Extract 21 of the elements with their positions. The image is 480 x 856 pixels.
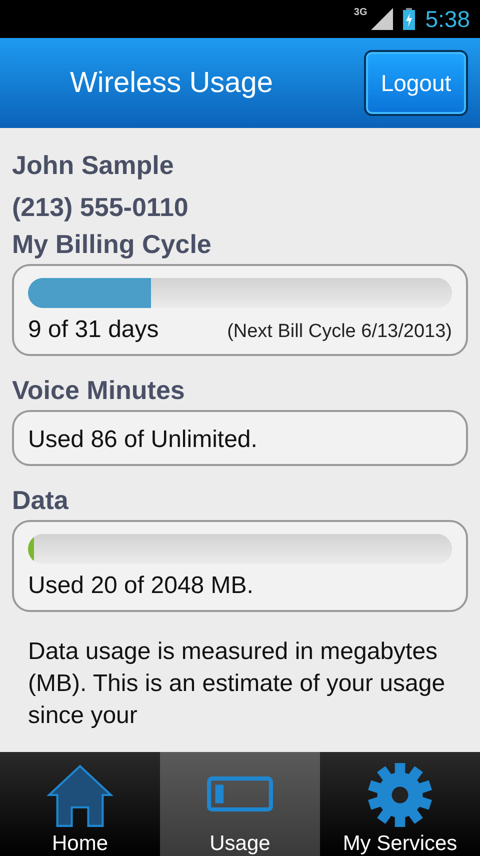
phone-number: (213) 555-0110 xyxy=(12,191,190,224)
settings-icon xyxy=(367,762,433,828)
signal-icon xyxy=(371,8,394,30)
usage-reading: Used 86 of Unlimited. xyxy=(28,425,258,455)
info-paragraph: Data usage is measured in megabytes (MB). This is an estimate of your usage since your xyxy=(28,637,446,731)
section-title: My Billing Cycle xyxy=(12,228,212,260)
usage-reading: 9 of 31 days xyxy=(28,315,159,345)
tab[interactable]: Home xyxy=(0,752,160,856)
screen-title: Wireless Usage xyxy=(70,66,274,100)
home-icon xyxy=(47,762,113,828)
usage-reading: Used 20 of 2048 MB. xyxy=(28,571,254,601)
logout-button[interactable]: Logout xyxy=(364,50,468,116)
network-label: 3G xyxy=(354,7,368,18)
next-cycle-note: (Next Bill Cycle 6/13/2013) xyxy=(227,321,452,343)
clock: 5:38 xyxy=(425,6,470,32)
battery-icon xyxy=(403,8,416,30)
tab[interactable]: My Services xyxy=(320,752,480,856)
tab[interactable]: Usage xyxy=(160,752,320,856)
account-name: John Sample xyxy=(12,149,175,182)
section-title: Data xyxy=(12,484,70,516)
section-title: Voice Minutes xyxy=(12,374,186,406)
